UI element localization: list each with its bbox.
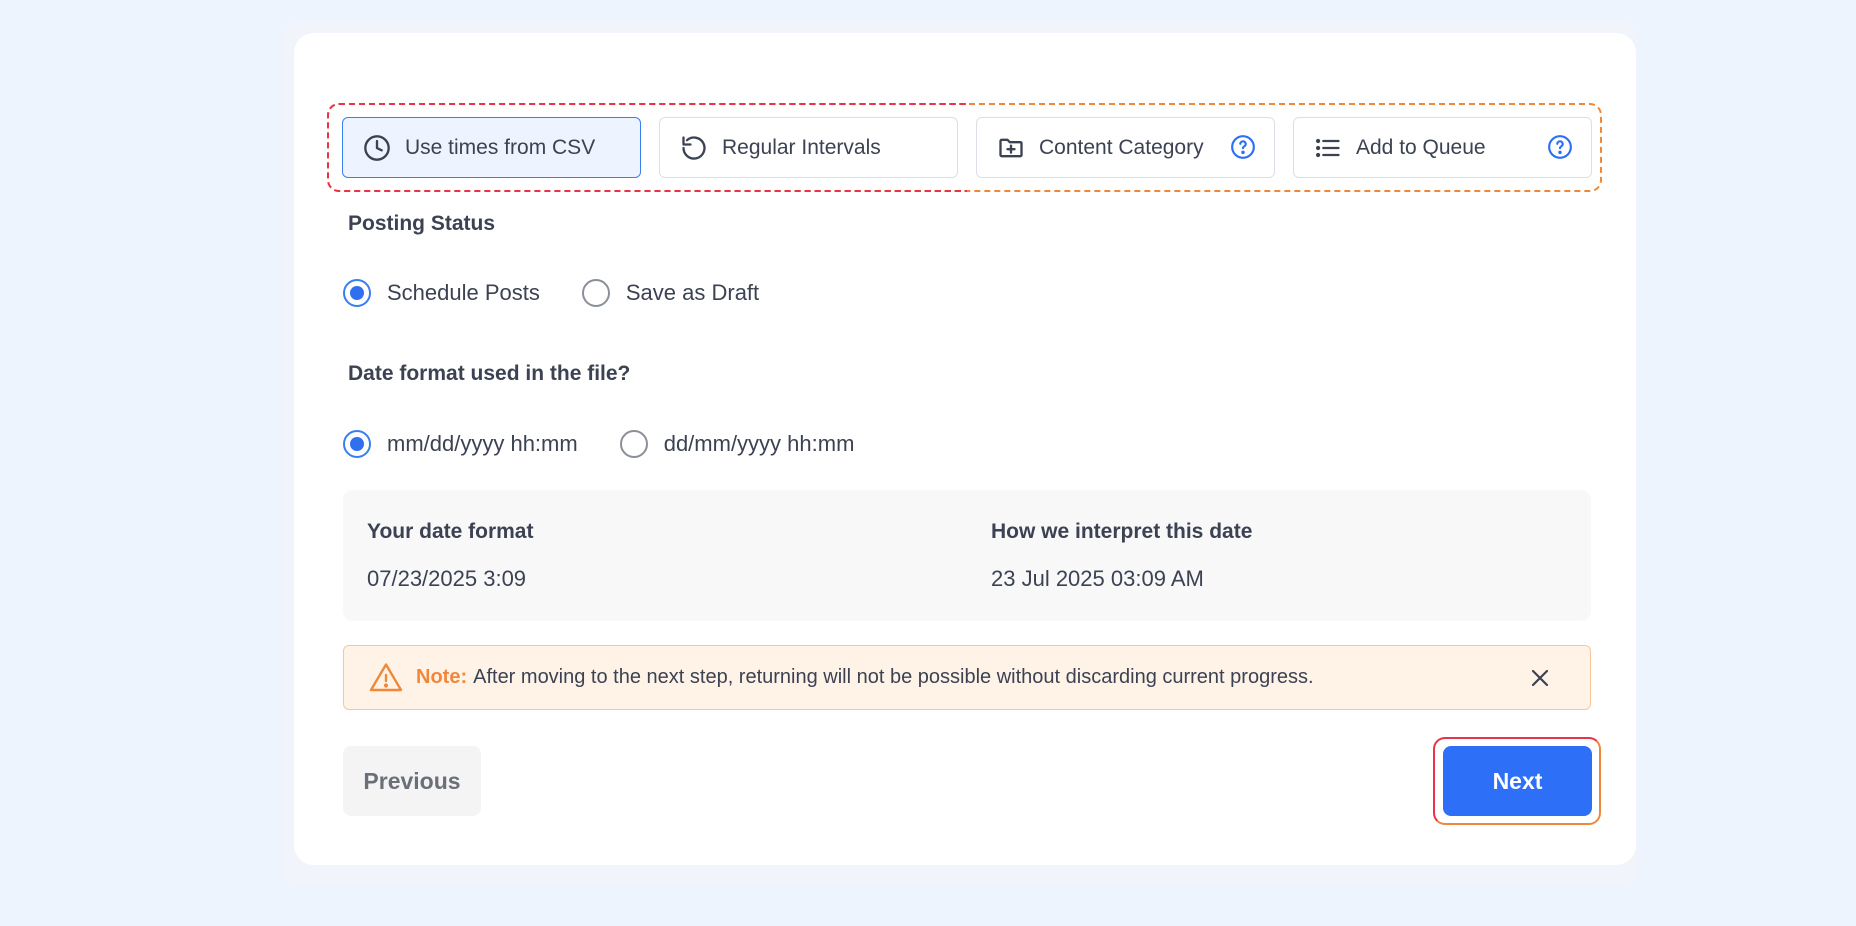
note-label: Note: [416, 666, 468, 688]
tab-add-to-queue[interactable]: Add to Queue [1293, 117, 1592, 178]
radio-mm-dd-yyyy[interactable]: mm/dd/yyyy hh:mm [343, 430, 578, 458]
tab-label: Regular Intervals [722, 135, 881, 159]
posting-status-options: Schedule Posts Save as Draft [343, 279, 801, 307]
your-date-format-column: Your date format 07/23/2025 3:09 [367, 520, 533, 592]
previous-button[interactable]: Previous [343, 746, 481, 816]
help-circle-icon[interactable] [1230, 134, 1256, 160]
radio-button-checked[interactable] [343, 430, 371, 458]
radio-label: Save as Draft [625, 280, 760, 305]
radio-button-checked[interactable] [343, 279, 371, 307]
interpreted-date-column: How we interpret this date 23 Jul 2025 0… [991, 520, 1252, 592]
warning-note: Note: After moving to the next step, ret… [343, 645, 1591, 710]
radio-label: dd/mm/yyyy hh:mm [663, 431, 855, 456]
your-date-format-value: 07/23/2025 3:09 [367, 566, 527, 591]
list-icon [1314, 134, 1342, 162]
tab-content-category[interactable]: Content Category [976, 117, 1275, 178]
folder-plus-icon [997, 134, 1025, 162]
next-button[interactable]: Next [1443, 746, 1592, 816]
radio-label: Schedule Posts [387, 280, 540, 305]
tab-label: Use times from CSV [405, 135, 596, 159]
radio-button[interactable] [619, 430, 648, 458]
interpreted-date-value: 23 Jul 2025 03:09 AM [991, 566, 1204, 591]
radio-button[interactable] [581, 279, 610, 307]
interpreted-date-header: How we interpret this date [991, 520, 1253, 543]
note-text: After moving to the next step, returning… [473, 666, 1314, 688]
date-preview-panel: Your date format 07/23/2025 3:09 How we … [343, 490, 1591, 621]
radio-schedule-posts[interactable]: Schedule Posts [343, 279, 540, 307]
tab-use-times-from-csv[interactable]: Use times from CSV [342, 117, 641, 178]
date-format-options: mm/dd/yyyy hh:mm dd/mm/yyyy hh:mm [343, 430, 896, 458]
radio-dd-mm-yyyy[interactable]: dd/mm/yyyy hh:mm [619, 430, 855, 458]
tab-label: Content Category [1039, 135, 1204, 159]
your-date-format-header: Your date format [367, 520, 534, 543]
clock-icon [363, 134, 391, 162]
date-format-label: Date format used in the file? [348, 362, 631, 385]
radio-save-as-draft[interactable]: Save as Draft [581, 279, 760, 307]
help-circle-icon[interactable] [1547, 134, 1573, 160]
schedule-mode-tabs: Use times from CSV Regular Intervals Con… [342, 117, 1592, 178]
warning-triangle-icon [368, 660, 404, 696]
tab-regular-intervals[interactable]: Regular Intervals [659, 117, 958, 178]
posting-status-label: Posting Status [348, 212, 496, 235]
tab-label: Add to Queue [1356, 135, 1486, 159]
close-icon[interactable] [1528, 666, 1552, 690]
rotate-ccw-icon [680, 134, 708, 162]
radio-label: mm/dd/yyyy hh:mm [387, 431, 578, 456]
